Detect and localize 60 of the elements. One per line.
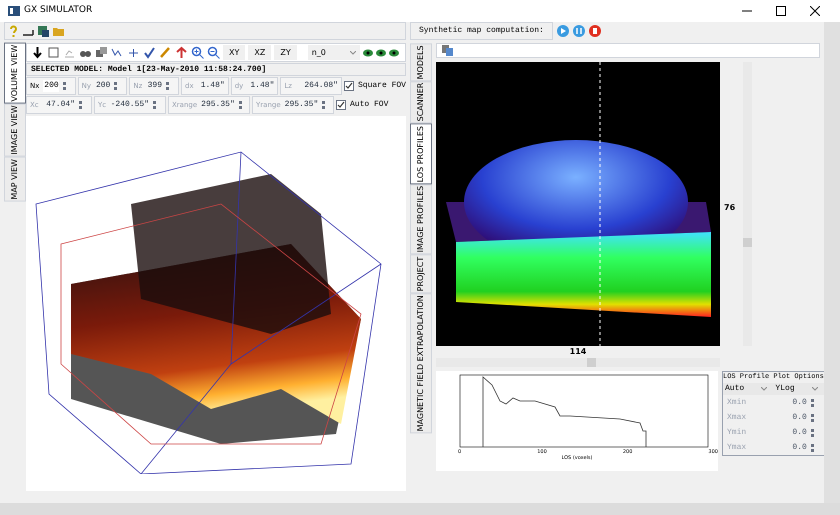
view-button[interactable]: ZY xyxy=(274,45,297,60)
vertical-scrollbar[interactable] xyxy=(824,22,840,503)
vertical-tab[interactable]: VOLUME VIEW xyxy=(4,43,26,104)
vertical-tab[interactable]: MODELS xyxy=(410,43,432,81)
vertical-tab[interactable]: SCANNER xyxy=(410,80,432,124)
app-icon xyxy=(8,6,20,16)
vertical-tab[interactable]: IMAGE VIEW xyxy=(4,104,26,158)
selected-model-label: SELECTED MODEL: Model 1[23-May-2010 11:58:24.700] xyxy=(26,63,406,76)
slider-thumb[interactable] xyxy=(743,238,752,247)
x-readout: 114 xyxy=(570,346,586,358)
number-field[interactable]: Xmin 0.0 xyxy=(723,395,824,410)
eye-icon[interactable] xyxy=(376,48,386,56)
spinner-icon[interactable] xyxy=(810,428,816,436)
y-readout: 76 xyxy=(724,202,736,214)
point-icon[interactable] xyxy=(127,46,140,59)
window-title: GX SIMULATOR xyxy=(24,4,92,18)
vertical-tab[interactable]: LOS PROFILES xyxy=(410,124,432,184)
fov-checkbox[interactable]: Auto FOV xyxy=(336,99,388,111)
play-icon[interactable] xyxy=(556,25,569,37)
zoom-in-icon[interactable] xyxy=(191,46,204,59)
vertical-tab[interactable]: MAGNETIC FIELD EXTRAPOLATION xyxy=(410,293,432,434)
eye-icon[interactable] xyxy=(388,48,399,56)
fov-checkbox[interactable]: Square FOV xyxy=(344,80,406,92)
computation-label: Synthetic map computation: xyxy=(410,22,553,40)
number-field[interactable]: Ymax 0.0 xyxy=(723,440,824,455)
checkmark-icon xyxy=(344,82,353,90)
chevron-icon xyxy=(812,387,818,391)
dropdown[interactable]: YLog xyxy=(773,383,824,395)
view-button[interactable]: XY xyxy=(223,45,246,60)
chevron-icon xyxy=(761,387,768,391)
pause-icon[interactable] xyxy=(572,25,585,37)
view-button[interactable]: XZ xyxy=(248,45,272,60)
check-icon[interactable] xyxy=(143,46,156,59)
chevron-icon xyxy=(350,50,356,54)
slider-thumb[interactable] xyxy=(587,358,596,367)
number-field[interactable]: Ymin 0.0 xyxy=(723,425,824,440)
square-icon[interactable] xyxy=(47,46,60,59)
spinner-icon[interactable] xyxy=(810,444,816,452)
save-icon[interactable] xyxy=(37,24,50,38)
pencil-icon[interactable] xyxy=(159,46,172,59)
spinner-icon[interactable] xyxy=(810,398,816,406)
spinner-icon[interactable] xyxy=(62,82,68,90)
number-field[interactable]: Xmax 0.0 xyxy=(723,410,824,425)
copy-icon[interactable] xyxy=(95,46,108,59)
vertical-tab[interactable]: MAP VIEW xyxy=(4,157,26,202)
down-arrow-icon[interactable] xyxy=(31,46,44,59)
zoom-out-icon[interactable] xyxy=(207,46,220,59)
copy-icon[interactable] xyxy=(441,44,454,57)
eye-icon[interactable] xyxy=(362,48,373,56)
dropdown[interactable]: Auto xyxy=(723,383,774,395)
spinner-icon[interactable] xyxy=(810,414,816,422)
close-icon[interactable] xyxy=(810,6,820,16)
stop-icon[interactable] xyxy=(588,25,601,37)
path-icon[interactable] xyxy=(111,46,124,59)
checkmark-icon xyxy=(337,101,345,109)
arrow-up-icon[interactable] xyxy=(175,46,188,59)
vertical-tab[interactable]: IMAGE PROFILES xyxy=(410,184,432,255)
maximize-icon[interactable] xyxy=(776,6,786,16)
vertical-tab[interactable]: PROJECT xyxy=(410,254,432,294)
dropdown[interactable]: n_0 xyxy=(308,45,360,60)
